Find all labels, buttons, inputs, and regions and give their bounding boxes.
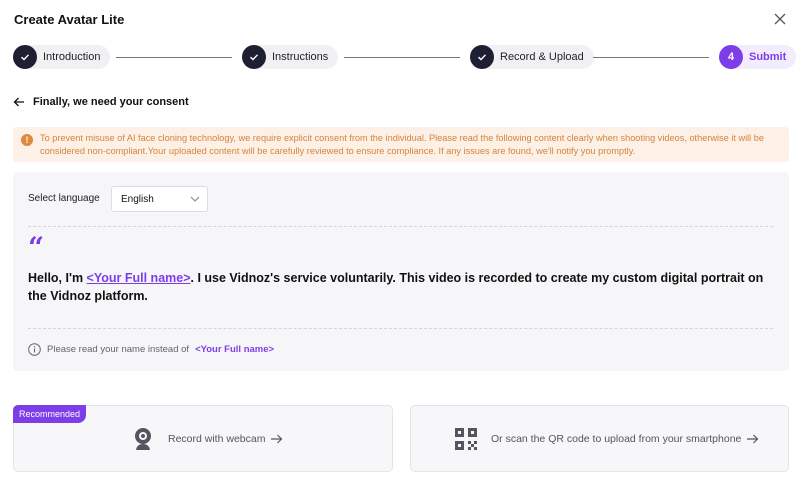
language-label: Select language: [28, 193, 100, 204]
check-icon: [13, 45, 37, 69]
arrow-right-icon: [271, 434, 283, 443]
check-icon: [470, 45, 494, 69]
window-title: Create Avatar Lite: [14, 12, 125, 27]
step-label: Record & Upload: [500, 51, 584, 63]
step-connector: [593, 56, 709, 58]
compliance-alert: ! To prevent misuse of AI face cloning t…: [13, 127, 789, 162]
name-placeholder-link[interactable]: <Your Full name>: [87, 271, 191, 285]
qr-upload-label: Or scan the QR code to upload from your …: [491, 432, 742, 445]
close-button[interactable]: [772, 11, 788, 27]
divider: [28, 226, 773, 227]
statement-before: Hello, I'm: [28, 271, 87, 285]
exclamation-icon: !: [21, 134, 33, 146]
step-instructions: Instructions: [242, 45, 339, 69]
chevron-down-icon: [190, 196, 200, 202]
language-select[interactable]: English: [111, 186, 208, 212]
step-connector: [344, 56, 460, 58]
page-heading: Finally, we need your consent: [33, 96, 189, 108]
step-connector: [116, 56, 232, 58]
consent-panel: Select language English “ Hello, I'm <Yo…: [13, 172, 789, 371]
name-hint: Please read your name instead of <Your F…: [28, 343, 274, 356]
quote-icon: “: [28, 231, 45, 264]
record-webcam-label: Record with webcam: [168, 432, 266, 445]
arrow-left-icon: [13, 97, 24, 107]
stepper: Introduction Instructions Record & Uploa…: [13, 45, 797, 69]
divider: [28, 328, 773, 329]
language-value: English: [121, 194, 154, 205]
alert-text: To prevent misuse of AI face cloning tec…: [40, 133, 764, 156]
arrow-right-icon: [747, 434, 759, 443]
check-icon: [242, 45, 266, 69]
hint-placeholder: <Your Full name>: [195, 344, 275, 355]
info-icon: [28, 343, 41, 356]
step-number: 4: [719, 45, 743, 69]
qr-code-icon: [455, 427, 477, 450]
close-icon: [774, 13, 786, 25]
consent-statement: Hello, I'm <Your Full name>. I use Vidno…: [28, 269, 768, 305]
step-label: Submit: [749, 51, 787, 63]
step-introduction: Introduction: [13, 45, 111, 69]
webcam-icon: [135, 427, 151, 450]
step-label: Introduction: [43, 51, 101, 63]
step-record-upload: Record & Upload: [470, 45, 594, 69]
step-submit: 4 Submit: [719, 45, 797, 69]
back-button[interactable]: Finally, we need your consent: [13, 96, 189, 108]
recommended-badge: Recommended: [13, 405, 87, 423]
step-label: Instructions: [272, 51, 329, 63]
record-webcam-card[interactable]: Recommended Record with webcam: [13, 405, 393, 472]
qr-upload-card[interactable]: Or scan the QR code to upload from your …: [410, 405, 789, 472]
hint-text: Please read your name instead of: [47, 344, 190, 355]
